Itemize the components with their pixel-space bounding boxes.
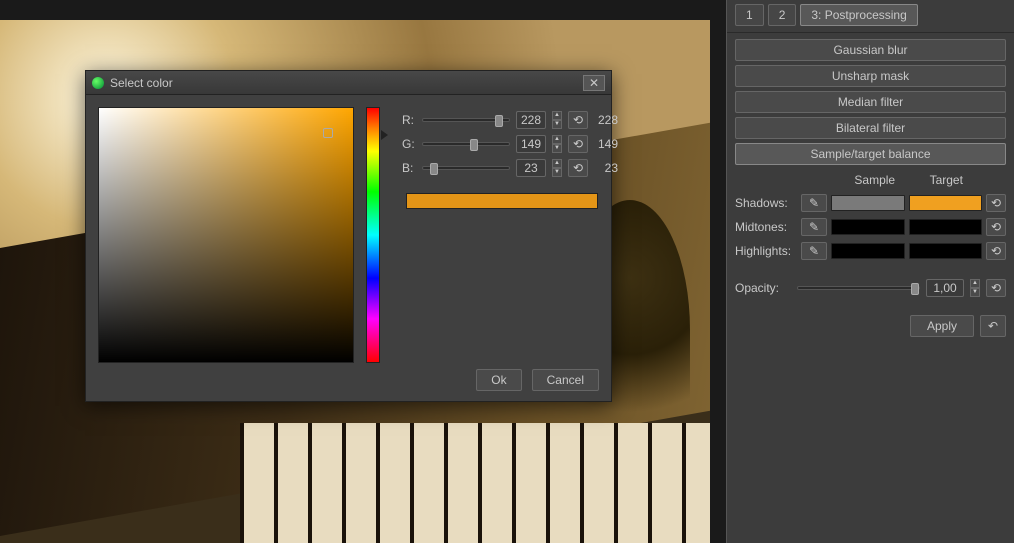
green-label: G: [402, 137, 416, 151]
shadows-sample-swatch[interactable] [831, 195, 905, 211]
opacity-value[interactable]: 1,00 [926, 279, 964, 297]
app-icon [92, 77, 104, 89]
dialog-title: Select color [110, 76, 173, 90]
opacity-reset[interactable]: ⟲ [986, 279, 1006, 297]
reset-icon: ⟲ [991, 244, 1001, 258]
green-row: G: 149 ▲▼ ⟲ 149 [402, 135, 618, 153]
midtones-target-swatch[interactable] [909, 219, 983, 235]
close-icon: ✕ [589, 76, 599, 90]
blue-thumb[interactable] [430, 163, 438, 175]
eyedropper-icon: ✎ [809, 244, 819, 258]
apply-button[interactable]: Apply [910, 315, 974, 337]
reset-icon: ⟲ [991, 220, 1001, 234]
red-thumb[interactable] [495, 115, 503, 127]
shadows-reset[interactable]: ⟲ [986, 194, 1006, 212]
saturation-value-field[interactable] [98, 107, 354, 363]
midtones-sample-swatch[interactable] [831, 219, 905, 235]
reset-icon: ⟲ [573, 113, 583, 127]
highlights-reset[interactable]: ⟲ [986, 242, 1006, 260]
spin-up-icon[interactable]: ▲ [552, 159, 562, 168]
undo-icon: ↶ [988, 319, 998, 333]
highlights-target-swatch[interactable] [909, 243, 983, 259]
highlights-eyedropper[interactable]: ✎ [801, 242, 827, 260]
highlights-label: Highlights: [735, 244, 797, 258]
blue-value[interactable]: 23 [516, 159, 546, 177]
row-highlights: Highlights: ✎ ⟲ [735, 241, 1006, 261]
spin-up-icon[interactable]: ▲ [552, 111, 562, 120]
spin-up-icon[interactable]: ▲ [552, 135, 562, 144]
reset-icon: ⟲ [991, 281, 1001, 295]
midtones-label: Midtones: [735, 220, 797, 234]
hue-slider[interactable] [366, 107, 380, 363]
green-max: 149 [594, 137, 618, 151]
red-spinner[interactable]: ▲▼ [552, 111, 562, 129]
reset-icon: ⟲ [573, 137, 583, 151]
shadows-eyedropper[interactable]: ✎ [801, 194, 827, 212]
reset-icon: ⟲ [573, 161, 583, 175]
spin-down-icon[interactable]: ▼ [970, 288, 980, 297]
midtones-eyedropper[interactable]: ✎ [801, 218, 827, 236]
opacity-spinner[interactable]: ▲▼ [970, 279, 980, 297]
tab-1[interactable]: 1 [735, 4, 764, 26]
header-sample: Sample [839, 173, 911, 187]
opacity-thumb[interactable] [911, 283, 919, 295]
tab-postprocessing[interactable]: 3: Postprocessing [800, 4, 917, 26]
blue-spinner[interactable]: ▲▼ [552, 159, 562, 177]
header-target: Target [911, 173, 983, 187]
right-panel: 1 2 3: Postprocessing Gaussian blur Unsh… [722, 0, 1014, 543]
color-preview [406, 193, 598, 209]
filter-unsharp-mask[interactable]: Unsharp mask [735, 65, 1006, 87]
dialog-titlebar[interactable]: Select color ✕ [86, 71, 611, 95]
red-label: R: [402, 113, 416, 127]
blue-reset[interactable]: ⟲ [568, 159, 588, 177]
shadows-target-swatch[interactable] [909, 195, 983, 211]
red-value[interactable]: 228 [516, 111, 546, 129]
spin-down-icon[interactable]: ▼ [552, 168, 562, 177]
cancel-button[interactable]: Cancel [532, 369, 599, 391]
blue-max: 23 [594, 161, 618, 175]
blue-row: B: 23 ▲▼ ⟲ 23 [402, 159, 618, 177]
reset-icon: ⟲ [991, 196, 1001, 210]
filter-gaussian-blur[interactable]: Gaussian blur [735, 39, 1006, 61]
undo-button[interactable]: ↶ [980, 315, 1006, 337]
hue-marker[interactable] [381, 130, 388, 140]
spin-up-icon[interactable]: ▲ [970, 279, 980, 288]
spin-down-icon[interactable]: ▼ [552, 144, 562, 153]
green-value[interactable]: 149 [516, 135, 546, 153]
filter-bilateral[interactable]: Bilateral filter [735, 117, 1006, 139]
sample-target-header: Sample Target [735, 173, 1006, 187]
dialog-close-button[interactable]: ✕ [583, 75, 605, 91]
highlights-sample-swatch[interactable] [831, 243, 905, 259]
opacity-slider[interactable] [797, 286, 920, 290]
filter-sample-target-balance[interactable]: Sample/target balance [735, 143, 1006, 165]
spin-down-icon[interactable]: ▼ [552, 120, 562, 129]
red-row: R: 228 ▲▼ ⟲ 228 [402, 111, 618, 129]
tab-2[interactable]: 2 [768, 4, 797, 26]
row-midtones: Midtones: ✎ ⟲ [735, 217, 1006, 237]
panel-tabs: 1 2 3: Postprocessing [727, 0, 1014, 33]
red-reset[interactable]: ⟲ [568, 111, 588, 129]
filter-median[interactable]: Median filter [735, 91, 1006, 113]
eyedropper-icon: ✎ [809, 196, 819, 210]
row-shadows: Shadows: ✎ ⟲ [735, 193, 1006, 213]
blue-slider[interactable] [422, 166, 510, 170]
blue-label: B: [402, 161, 416, 175]
opacity-label: Opacity: [735, 281, 791, 295]
green-thumb[interactable] [470, 139, 478, 151]
opacity-row: Opacity: 1,00 ▲▼ ⟲ [735, 279, 1006, 297]
green-reset[interactable]: ⟲ [568, 135, 588, 153]
sv-marker[interactable] [323, 128, 333, 138]
shadows-label: Shadows: [735, 196, 797, 210]
red-max: 228 [594, 113, 618, 127]
green-spinner[interactable]: ▲▼ [552, 135, 562, 153]
eyedropper-icon: ✎ [809, 220, 819, 234]
green-slider[interactable] [422, 142, 510, 146]
red-slider[interactable] [422, 118, 510, 122]
color-picker-dialog: Select color ✕ R: 228 ▲▼ ⟲ 228 G: 149 ▲▼… [85, 70, 612, 402]
midtones-reset[interactable]: ⟲ [986, 218, 1006, 236]
ok-button[interactable]: Ok [476, 369, 521, 391]
